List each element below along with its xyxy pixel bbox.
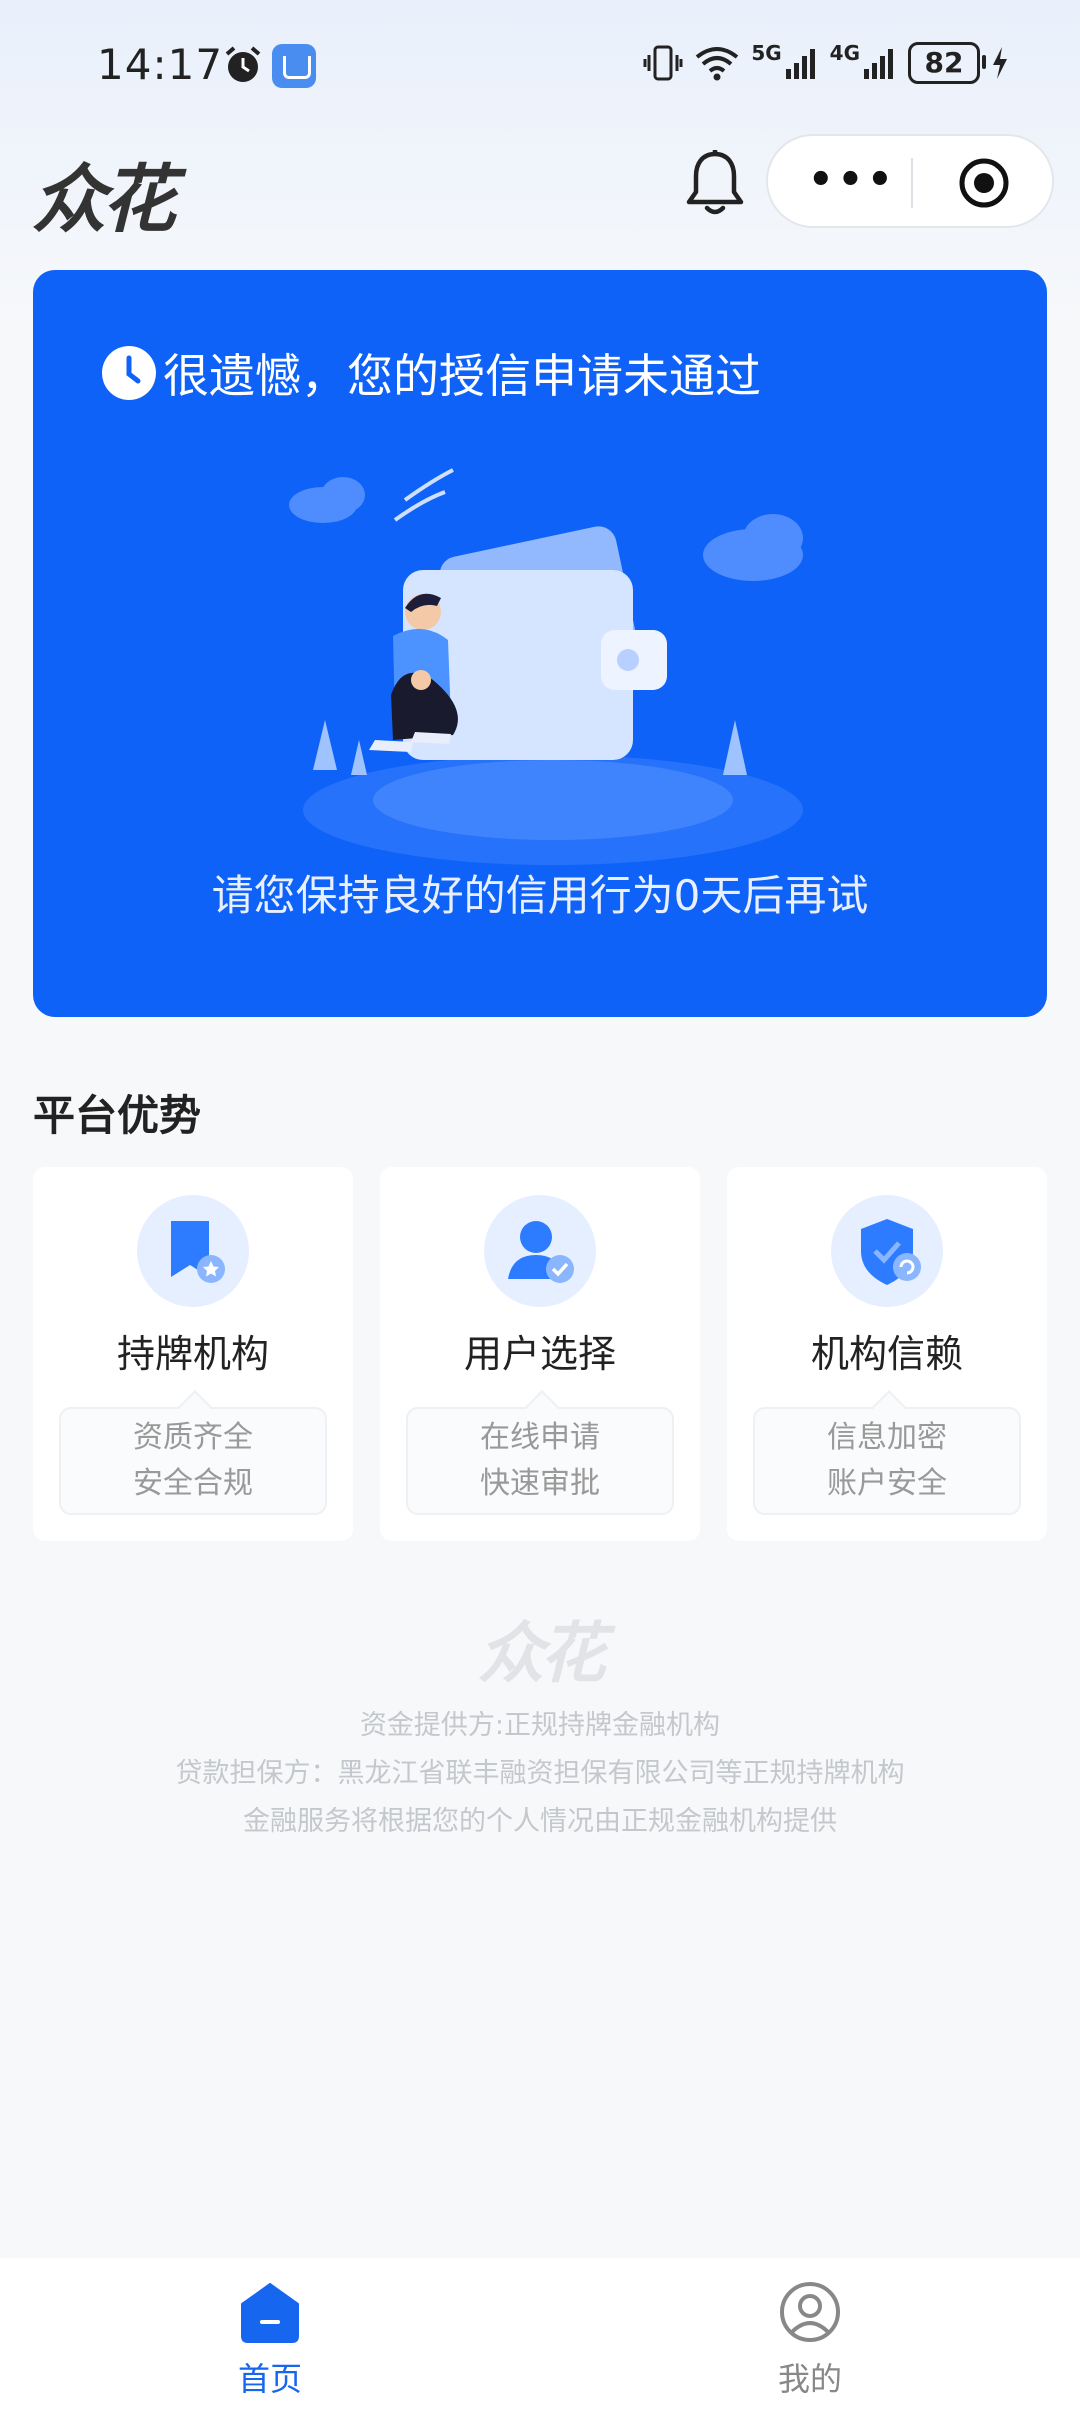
credit-result-card: 很遗憾，您的授信申请未通过 请您保持良好的信用行为0天后再试 bbox=[33, 270, 1047, 1017]
footer-funding-text: 资金提供方:正规持牌金融机构 bbox=[359, 1710, 721, 1741]
advantage-name: 持牌机构 bbox=[116, 1332, 269, 1376]
nav-label-home: 首页 bbox=[237, 2360, 302, 2398]
bookmark-star-icon bbox=[137, 1195, 249, 1307]
advantage-desc-line: 信息加密 bbox=[827, 1420, 947, 1455]
nav-item-home[interactable]: 首页 bbox=[0, 2258, 540, 2412]
bell-icon[interactable] bbox=[682, 148, 748, 220]
charging-icon bbox=[993, 47, 1007, 79]
status-icons: 5G 4G 82 bbox=[643, 41, 1010, 84]
miniapp-capsule: ••• bbox=[766, 134, 1054, 228]
advantage-card-licensed: 持牌机构 资质齐全 安全合规 bbox=[33, 1167, 353, 1541]
card-subtitle: 请您保持良好的信用行为0天后再试 bbox=[211, 871, 869, 920]
status-time: 14:17 bbox=[97, 40, 224, 89]
signal-icon-2 bbox=[864, 49, 893, 79]
advantage-desc: 信息加密 账户安全 bbox=[753, 1407, 1021, 1515]
clock-icon bbox=[102, 346, 156, 400]
footer-service-text: 金融服务将根据您的个人情况由正规金融机构提供 bbox=[243, 1806, 837, 1837]
app-logo: 众花 bbox=[32, 157, 176, 243]
advantage-name: 机构信赖 bbox=[810, 1332, 963, 1376]
advantage-desc-line: 快速审批 bbox=[480, 1466, 600, 1501]
more-icon[interactable]: ••• bbox=[808, 160, 897, 200]
card-title: 很遗憾，您的授信申请未通过 bbox=[163, 349, 761, 403]
footer-logo: 众花 bbox=[478, 1615, 606, 1692]
card-title-row: 很遗憾，您的授信申请未通过 bbox=[101, 340, 761, 406]
nav-item-mine[interactable]: 我的 bbox=[540, 2258, 1080, 2412]
bottom-nav: 首页 我的 bbox=[0, 2258, 1080, 2412]
status-bar: 14:17 5G 4G 82 bbox=[0, 0, 1080, 135]
footer-guarantor-text: 贷款担保方：黑龙江省联丰融资担保有限公司等正规持牌机构 bbox=[175, 1758, 905, 1789]
app-notification-icon bbox=[272, 44, 316, 88]
advantage-desc-line: 安全合规 bbox=[133, 1466, 253, 1501]
rejected-illustration bbox=[289, 468, 803, 865]
profile-icon bbox=[780, 2282, 840, 2342]
nav-label-mine: 我的 bbox=[777, 2360, 842, 2398]
user-check-icon bbox=[484, 1195, 596, 1307]
advantage-desc: 资质齐全 安全合规 bbox=[59, 1407, 327, 1515]
battery-indicator: 82 bbox=[908, 42, 986, 84]
target-icon[interactable] bbox=[958, 157, 1010, 209]
advantage-name: 用户选择 bbox=[463, 1332, 616, 1376]
network-4g-label: 4G bbox=[829, 41, 860, 65]
advantage-desc-line: 在线申请 bbox=[480, 1420, 600, 1455]
shield-icon bbox=[831, 1195, 943, 1307]
advantage-desc-line: 资质齐全 bbox=[133, 1420, 253, 1455]
network-5g-label: 5G bbox=[751, 41, 782, 65]
wifi-icon bbox=[696, 47, 739, 81]
capsule-divider bbox=[911, 158, 913, 208]
advantages-title: 平台优势 bbox=[33, 1091, 202, 1140]
advantage-card-user-choice: 用户选择 在线申请 快速审批 bbox=[380, 1167, 700, 1541]
advantage-card-trusted: 机构信赖 信息加密 账户安全 bbox=[727, 1167, 1047, 1541]
vibrate-icon bbox=[643, 45, 683, 81]
advantage-desc: 在线申请 快速审批 bbox=[406, 1407, 674, 1515]
alarm-icon bbox=[225, 46, 261, 82]
advantage-desc-line: 账户安全 bbox=[827, 1466, 947, 1501]
signal-icon bbox=[785, 49, 815, 79]
home-icon bbox=[241, 2283, 299, 2343]
